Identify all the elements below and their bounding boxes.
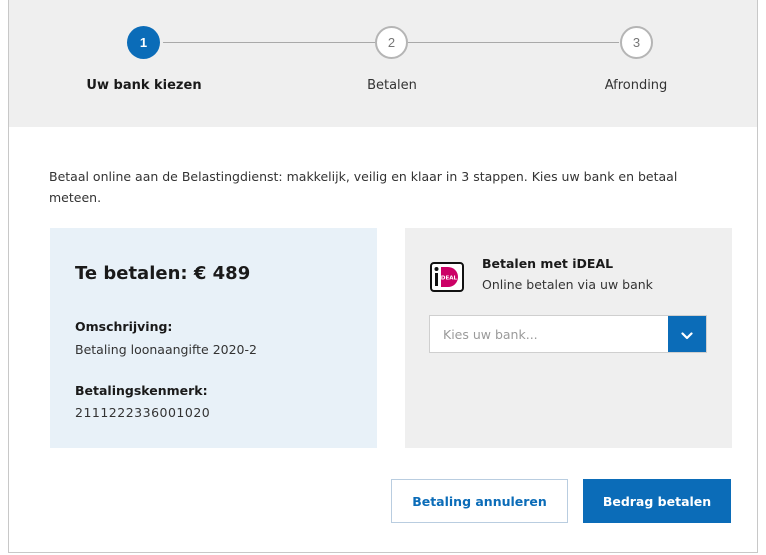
progress-stepper: 1 2 3 Uw bank kiezen Betalen Afronding bbox=[9, 0, 757, 127]
step-3-label: Afronding bbox=[604, 78, 668, 93]
reference-value: 2111222336001020 bbox=[75, 405, 211, 420]
description-label: Omschrijving: bbox=[75, 319, 173, 334]
description-value: Betaling loonaangifte 2020-2 bbox=[75, 342, 257, 357]
step-connector bbox=[163, 42, 377, 43]
step-1-label: Uw bank kiezen bbox=[86, 78, 202, 93]
intro-text: Betaal online aan de Belastingdienst: ma… bbox=[49, 169, 678, 205]
step-2-indicator: 2 bbox=[375, 26, 408, 59]
step-1-indicator: 1 bbox=[127, 26, 160, 59]
ideal-title: Betalen met iDEAL bbox=[482, 256, 614, 271]
step-2-label: Betalen bbox=[367, 78, 417, 93]
step-3-indicator: 3 bbox=[620, 26, 653, 59]
bank-select[interactable]: Kies uw bank... bbox=[429, 315, 707, 353]
ideal-panel: iDEAL Betalen met iDEAL Online betalen v… bbox=[405, 228, 732, 448]
bank-select-placeholder: Kies uw bank... bbox=[443, 326, 538, 342]
ideal-logo: iDEAL bbox=[430, 262, 464, 292]
cancel-payment-button[interactable]: Betaling annuleren bbox=[391, 479, 568, 523]
chevron-down-icon bbox=[681, 325, 693, 344]
amount-due: Te betalen: € 489 bbox=[75, 263, 251, 284]
payment-frame: 1 2 3 Uw bank kiezen Betalen Afronding B… bbox=[8, 0, 758, 553]
ideal-subtitle: Online betalen via uw bank bbox=[482, 277, 653, 292]
reference-label: Betalingskenmerk: bbox=[75, 383, 208, 398]
payment-summary: Te betalen: € 489 Omschrijving: Betaling… bbox=[50, 228, 377, 448]
svg-text:iDEAL: iDEAL bbox=[439, 276, 457, 282]
step-connector bbox=[408, 42, 619, 43]
pay-amount-button[interactable]: Bedrag betalen bbox=[583, 479, 731, 523]
bank-select-toggle[interactable] bbox=[668, 316, 706, 352]
